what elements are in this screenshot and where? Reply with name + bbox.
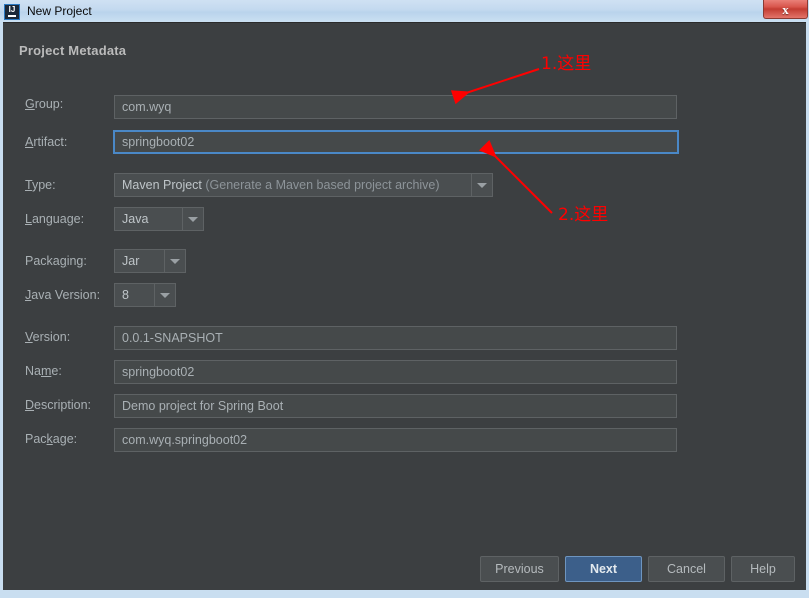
intellij-idea-icon: IJ xyxy=(4,3,20,20)
group-label: Group: xyxy=(25,97,64,111)
chevron-down-icon[interactable] xyxy=(471,174,492,196)
window-title: New Project xyxy=(27,4,92,18)
artifact-label: Artifact: xyxy=(25,135,68,149)
annotation-label-1: 1.这里 xyxy=(541,54,592,74)
package-input[interactable]: com.wyq.springboot02 xyxy=(114,428,677,452)
name-label: Name: xyxy=(25,364,62,378)
type-label: Type: xyxy=(25,178,56,192)
java-version-combobox-value: 8 xyxy=(122,288,129,302)
language-label: Language: xyxy=(25,212,85,226)
group-input[interactable]: com.wyq xyxy=(114,95,677,119)
chevron-down-icon[interactable] xyxy=(154,284,175,306)
description-label: Description: xyxy=(25,398,92,412)
help-button[interactable]: Help xyxy=(731,556,795,582)
java-version-label: Java Version: xyxy=(25,288,101,302)
name-input[interactable]: springboot02 xyxy=(114,360,677,384)
artifact-input[interactable]: springboot02 xyxy=(113,130,679,154)
close-button[interactable]: x xyxy=(763,0,808,19)
annotation-label-2: 2.这里 xyxy=(558,205,609,225)
page-title: Project Metadata xyxy=(19,43,127,58)
type-combobox-value: Maven Project (Generate a Maven based pr… xyxy=(115,178,471,192)
previous-button[interactable]: Previous xyxy=(480,556,559,582)
java-version-combobox[interactable]: 8 xyxy=(114,283,176,307)
chevron-down-icon[interactable] xyxy=(182,208,203,230)
packaging-label: Packaging: xyxy=(25,254,87,268)
language-combobox-value: Java xyxy=(122,212,149,226)
new-project-dialog-window: IJ New Project x Project Metadata Group:… xyxy=(0,0,809,598)
close-icon: x xyxy=(782,1,789,17)
description-input[interactable]: Demo project for Spring Boot xyxy=(114,394,677,418)
window-frame-bottom xyxy=(0,590,809,598)
language-combobox[interactable]: Java xyxy=(114,207,204,231)
project-metadata-panel: Project Metadata Group: com.wyq Artifact… xyxy=(3,23,806,550)
cancel-button[interactable]: Cancel xyxy=(648,556,725,582)
packaging-combobox[interactable]: Jar xyxy=(114,249,186,273)
chevron-down-icon[interactable] xyxy=(164,250,185,272)
intellij-idea-icon-letters: IJ xyxy=(8,4,16,14)
dialog-footer: Previous Next Cancel Help xyxy=(3,549,806,590)
title-bar: IJ New Project x xyxy=(0,0,809,22)
type-value-main: Maven Project xyxy=(122,178,202,192)
version-label: Version: xyxy=(25,330,71,344)
package-label: Package: xyxy=(25,432,78,446)
next-button[interactable]: Next xyxy=(565,556,642,582)
dialog-content: Project Metadata Group: com.wyq Artifact… xyxy=(3,22,806,590)
type-value-detail: (Generate a Maven based project archive) xyxy=(205,178,440,192)
type-combobox[interactable]: Maven Project (Generate a Maven based pr… xyxy=(114,173,493,197)
packaging-combobox-value: Jar xyxy=(122,254,140,268)
version-input[interactable]: 0.0.1-SNAPSHOT xyxy=(114,326,677,350)
intellij-idea-icon-underline xyxy=(8,14,16,17)
